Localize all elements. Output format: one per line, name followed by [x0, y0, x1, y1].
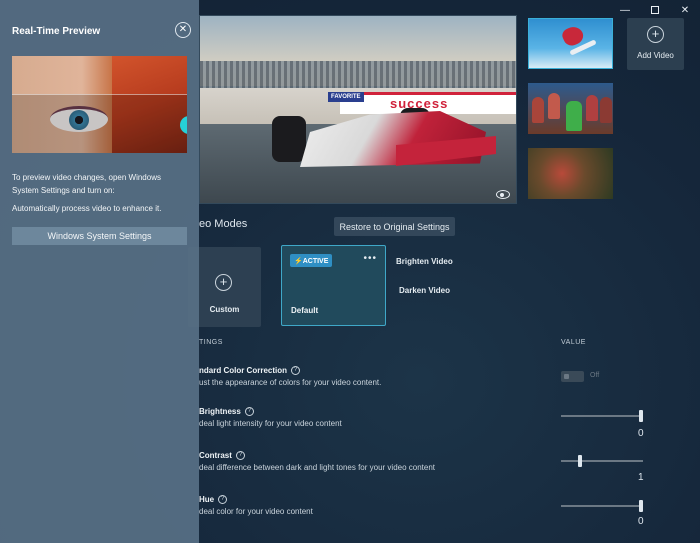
- person-figure: [532, 97, 544, 123]
- setting-title-text: Hue: [199, 495, 215, 504]
- color-correction-toggle[interactable]: [561, 371, 584, 382]
- split-line: [12, 94, 187, 95]
- close-panel-button[interactable]: ✕: [175, 22, 191, 38]
- active-badge: ⚡ACTIVE: [290, 254, 333, 267]
- plus-icon: +: [647, 26, 664, 43]
- help-icon[interactable]: ?: [235, 451, 245, 461]
- main-video-preview[interactable]: FAVORITE success: [199, 15, 517, 204]
- car-wheel: [272, 116, 306, 162]
- restore-original-settings-button[interactable]: Restore to Original Settings: [334, 217, 455, 236]
- help-icon[interactable]: ?: [244, 407, 254, 417]
- video-sponsor-text: FAVORITE: [328, 92, 364, 102]
- eye-icon[interactable]: [496, 190, 510, 199]
- contrast-slider[interactable]: [561, 460, 643, 462]
- video-thumbnail-people[interactable]: [528, 83, 613, 134]
- mode-brighten-video[interactable]: Brighten Video: [396, 257, 453, 266]
- person-figure: [548, 93, 560, 119]
- setting-title-brightness: Brightness?: [199, 407, 254, 417]
- help-icon[interactable]: ?: [218, 495, 228, 505]
- preview-comparison-image: [12, 56, 187, 153]
- real-time-preview-panel: Real-Time Preview ✕ To preview video cha…: [0, 0, 199, 543]
- setting-title-hue: Hue?: [199, 495, 228, 505]
- setting-title-text: Contrast: [199, 451, 232, 460]
- setting-desc-color-correction: ust the appearance of colors for your vi…: [199, 378, 382, 387]
- video-thumbnail-ski[interactable]: [528, 18, 613, 69]
- help-icon[interactable]: ?: [291, 366, 301, 376]
- windows-system-settings-button[interactable]: Windows System Settings: [12, 227, 187, 245]
- setting-desc-hue: deal color for your video content: [199, 507, 313, 516]
- brightness-value: 0: [638, 428, 644, 439]
- mode-darken-video[interactable]: Darken Video: [399, 286, 450, 295]
- panel-title: Real-Time Preview: [12, 26, 101, 37]
- setting-title-text: ndard Color Correction: [199, 366, 288, 375]
- video-modes-title: eo Modes: [199, 218, 248, 230]
- hue-slider[interactable]: [561, 505, 643, 507]
- minimize-button[interactable]: —: [610, 2, 640, 18]
- contrast-value: 1: [638, 472, 644, 483]
- video-thumbnail-food[interactable]: [528, 148, 613, 199]
- close-icon: ✕: [680, 4, 690, 16]
- add-video-label: Add Video: [637, 51, 674, 60]
- add-video-button[interactable]: + Add Video: [627, 18, 684, 70]
- color-correction-toggle-label: Off: [590, 372, 600, 379]
- value-header: VALUE: [561, 339, 586, 346]
- hue-slider-thumb[interactable]: [639, 500, 643, 512]
- person-figure: [566, 101, 582, 131]
- contrast-slider-thumb[interactable]: [578, 455, 583, 467]
- mode-default-card[interactable]: ⚡ACTIVE ••• Default: [281, 245, 386, 326]
- mode-default-label: Default: [291, 306, 319, 315]
- close-window-button[interactable]: ✕: [670, 2, 700, 18]
- person-figure: [600, 97, 612, 123]
- app-window: — ✕ FAVORITE success + Add Video eo Mode…: [0, 0, 700, 543]
- panel-setting-name: Automatically process video to enhance i…: [12, 204, 162, 213]
- maximize-button[interactable]: [640, 2, 670, 18]
- setting-desc-brightness: deal light intensity for your video cont…: [199, 419, 342, 428]
- maximize-icon: [651, 6, 659, 14]
- setting-title-contrast: Contrast?: [199, 451, 245, 461]
- processed-half: [12, 94, 187, 153]
- brightness-slider[interactable]: [561, 415, 643, 417]
- setting-desc-contrast: deal difference between dark and light t…: [199, 463, 436, 472]
- brightness-slider-thumb[interactable]: [639, 410, 643, 422]
- more-options-icon[interactable]: •••: [363, 253, 377, 264]
- panel-instructions: To preview video changes, open Windows S…: [12, 173, 161, 195]
- minimize-icon: —: [620, 4, 630, 16]
- settings-header: TINGS: [199, 339, 223, 346]
- setting-title-text: Brightness: [199, 407, 241, 416]
- plus-icon: +: [215, 274, 232, 291]
- hue-value: 0: [638, 516, 644, 527]
- setting-title-color-correction: ndard Color Correction?: [199, 366, 301, 376]
- window-controls: — ✕: [610, 2, 700, 18]
- person-figure: [586, 95, 598, 121]
